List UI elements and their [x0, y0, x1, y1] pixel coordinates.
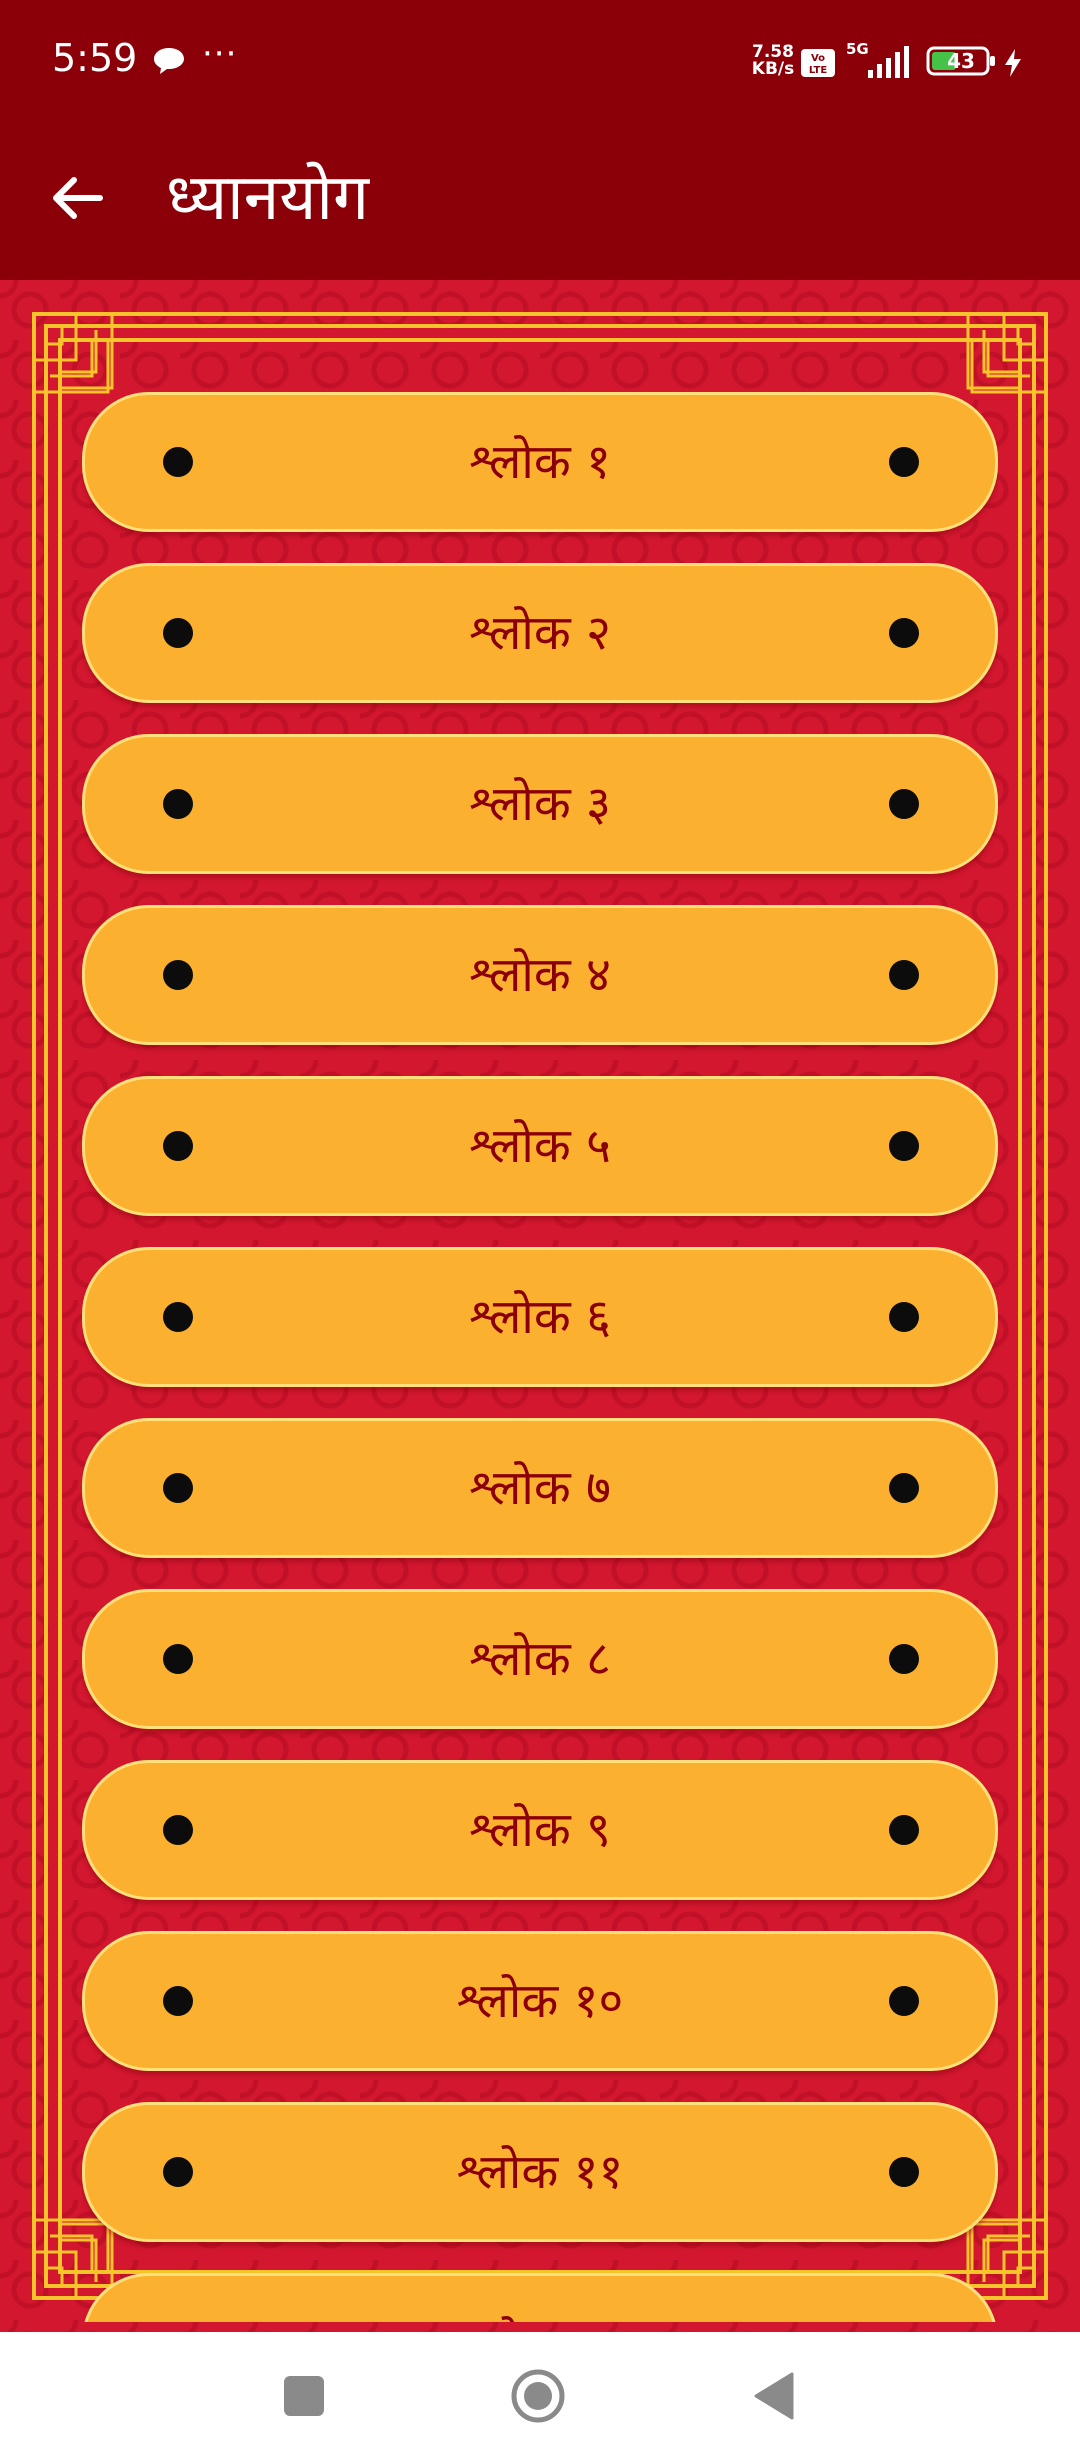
shloka-button-10[interactable]: श्लोक १० [82, 1931, 998, 2071]
shloka-button-7[interactable]: श्लोक ७ [82, 1418, 998, 1558]
shloka-label: श्लोक १० [456, 1973, 624, 2029]
bullet-icon [889, 1473, 919, 1503]
back-triangle-icon[interactable] [748, 2368, 804, 2424]
back-arrow-icon[interactable] [40, 160, 116, 236]
network-type-label: 5G [846, 40, 869, 58]
volte-icon: Vo LTE [801, 49, 835, 77]
content-area[interactable]: श्लोक १ श्लोक २ श्लोक ३ श्लोक ४ श्लोक ५ [0, 280, 1080, 2332]
network-speed: 7.58 KB/s [750, 44, 796, 78]
page-title: ध्यानयोग [166, 161, 370, 235]
shloka-label: श्लोक ८ [469, 1631, 611, 1687]
shloka-button-11[interactable]: श्लोक ११ [82, 2102, 998, 2242]
status-bar: 5:59 ··· 7.58 KB/s Vo LTE 5G 43 [0, 0, 1080, 128]
network-speed-unit: KB/s [751, 59, 795, 79]
shloka-label: श्लोक १२ [85, 2276, 995, 2322]
battery-level: 43 [947, 49, 975, 73]
screen: 5:59 ··· 7.58 KB/s Vo LTE 5G 43 ध्यानयोग… [0, 0, 1080, 2460]
shloka-label: श्लोक १ [469, 434, 611, 490]
signal-icon: 5G [846, 40, 909, 78]
shloka-button-1[interactable]: श्लोक १ [82, 392, 998, 532]
shloka-label: श्लोक ९ [469, 1802, 611, 1858]
shloka-label: श्लोक ७ [469, 1460, 611, 1516]
bullet-icon [889, 960, 919, 990]
shloka-button-2[interactable]: श्लोक २ [82, 563, 998, 703]
bullet-icon [889, 1131, 919, 1161]
shloka-label: श्लोक ४ [469, 947, 611, 1003]
shloka-label: श्लोक ६ [469, 1289, 611, 1345]
shloka-label: श्लोक ११ [456, 2144, 624, 2200]
bullet-icon [889, 618, 919, 648]
navigation-bar [0, 2332, 1080, 2460]
chat-bubble-icon [154, 48, 184, 74]
bullet-icon [889, 447, 919, 477]
shloka-label: श्लोक २ [469, 605, 611, 661]
shloka-button-8[interactable]: श्लोक ८ [82, 1589, 998, 1729]
bullet-icon [889, 1815, 919, 1845]
status-time: 5:59 [52, 36, 138, 80]
bullet-icon [889, 2157, 919, 2187]
shloka-button-6[interactable]: श्लोक ६ [82, 1247, 998, 1387]
svg-text:Vo: Vo [811, 53, 825, 64]
shloka-button-5[interactable]: श्लोक ५ [82, 1076, 998, 1216]
shloka-button-9[interactable]: श्लोक ९ [82, 1760, 998, 1900]
app-bar: ध्यानयोग [0, 128, 1080, 280]
bullet-icon [889, 1986, 919, 2016]
shloka-button-12[interactable]: श्लोक १२ [82, 2273, 998, 2322]
more-dots-icon: ··· [202, 34, 238, 74]
bullet-icon [889, 789, 919, 819]
shloka-button-4[interactable]: श्लोक ४ [82, 905, 998, 1045]
svg-text:LTE: LTE [809, 65, 828, 76]
bullet-icon [889, 1644, 919, 1674]
recents-square-icon[interactable] [276, 2368, 332, 2424]
bullet-icon [889, 1302, 919, 1332]
shloka-button-3[interactable]: श्लोक ३ [82, 734, 998, 874]
charging-icon [1005, 49, 1021, 77]
shloka-label: श्लोक ५ [469, 1118, 611, 1174]
home-circle-icon[interactable] [510, 2368, 566, 2424]
shloka-label: श्लोक ३ [469, 776, 611, 832]
shloka-list[interactable]: श्लोक १ श्लोक २ श्लोक ३ श्लोक ४ श्लोक ५ [82, 392, 998, 2322]
